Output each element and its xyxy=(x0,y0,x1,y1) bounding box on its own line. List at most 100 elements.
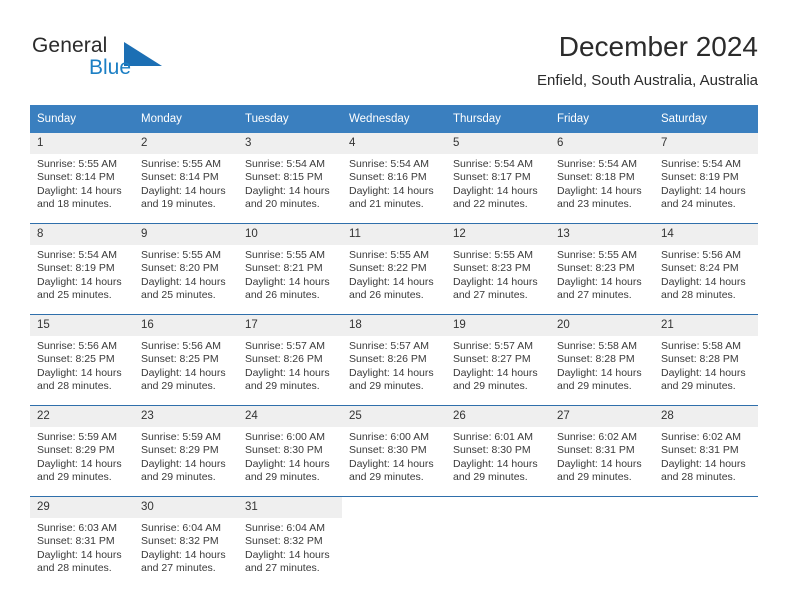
day-details: Sunrise: 5:55 AM Sunset: 8:20 PM Daylight:… xyxy=(134,245,238,303)
calendar-day-cell[interactable]: 6 Sunrise: 5:54 AM Sunset: 8:18 PM Daylight… xyxy=(550,133,654,224)
sunrise-text: Sunrise: 6:03 AM xyxy=(37,522,117,534)
sunrise-text: Sunrise: 6:04 AM xyxy=(141,522,221,534)
daylight-text-line1: Daylight: 14 hours xyxy=(245,457,330,470)
day-details: Sunrise: 5:59 AM Sunset: 8:29 PM Daylight:… xyxy=(30,427,134,485)
calendar-day-cell[interactable]: 23 Sunrise: 5:59 AM Sunset: 8:29 PM Dayligh… xyxy=(134,405,238,497)
calendar-day-cell[interactable]: 27 Sunrise: 6:02 AM Sunset: 8:31 PM Dayligh… xyxy=(550,405,654,497)
daylight-text-line1: Daylight: 14 hours xyxy=(141,366,226,379)
sunrise-text: Sunrise: 5:54 AM xyxy=(245,158,325,170)
daylight-text-line2: and 29 minutes. xyxy=(453,471,528,484)
daylight-text-line2: and 27 minutes. xyxy=(245,562,320,575)
daylight-text-line2: and 21 minutes. xyxy=(349,198,424,211)
daylight-text-line2: and 29 minutes. xyxy=(453,380,528,393)
calendar-day-cell[interactable]: 10 Sunrise: 5:55 AM Sunset: 8:21 PM Dayligh… xyxy=(238,223,342,315)
sunrise-text: Sunrise: 5:59 AM xyxy=(141,431,221,443)
daylight-text-line1: Daylight: 14 hours xyxy=(349,457,434,470)
calendar-day-cell[interactable]: 3 Sunrise: 5:54 AM Sunset: 8:15 PM Daylight… xyxy=(238,133,342,224)
daylight-text-line1: Daylight: 14 hours xyxy=(453,275,538,288)
calendar-day-cell[interactable]: 18 Sunrise: 5:57 AM Sunset: 8:26 PM Dayligh… xyxy=(342,314,446,406)
day-details: Sunrise: 5:57 AM Sunset: 8:26 PM Daylight:… xyxy=(238,336,342,394)
daylight-text-line2: and 29 minutes. xyxy=(557,380,632,393)
daylight-text-line1: Daylight: 14 hours xyxy=(557,457,642,470)
day-details: Sunrise: 5:58 AM Sunset: 8:28 PM Daylight:… xyxy=(550,336,654,394)
calendar-day-cell[interactable]: 15 Sunrise: 5:56 AM Sunset: 8:25 PM Dayligh… xyxy=(30,314,134,406)
daylight-text-line2: and 29 minutes. xyxy=(37,471,112,484)
calendar-day-cell[interactable]: 16 Sunrise: 5:56 AM Sunset: 8:25 PM Dayligh… xyxy=(134,314,238,406)
calendar-page: General Blue December 2024 Enfield, Sout… xyxy=(0,0,792,612)
calendar-day-cell[interactable]: 22 Sunrise: 5:59 AM Sunset: 8:29 PM Dayligh… xyxy=(30,405,134,497)
daylight-text-line1: Daylight: 14 hours xyxy=(349,366,434,379)
calendar-day-cell[interactable]: 20 Sunrise: 5:58 AM Sunset: 8:28 PM Dayligh… xyxy=(550,314,654,406)
sunrise-text: Sunrise: 5:55 AM xyxy=(37,158,117,170)
calendar-header-row: Sunday Monday Tuesday Wednesday Thursday… xyxy=(30,105,758,133)
sunset-text: Sunset: 8:26 PM xyxy=(349,353,427,366)
day-number: 11 xyxy=(342,224,446,245)
daylight-text-line2: and 28 minutes. xyxy=(661,289,736,302)
calendar-day-cell[interactable]: 2 Sunrise: 5:55 AM Sunset: 8:14 PM Daylight… xyxy=(134,133,238,224)
calendar-day-cell[interactable]: 7 Sunrise: 5:54 AM Sunset: 8:19 PM Daylight… xyxy=(654,133,758,224)
calendar-day-cell[interactable]: 21 Sunrise: 5:58 AM Sunset: 8:28 PM Dayligh… xyxy=(654,314,758,406)
day-number: 6 xyxy=(550,133,654,154)
weekday-header-sunday: Sunday xyxy=(30,105,134,133)
calendar-day-cell-empty xyxy=(654,496,758,587)
calendar-day-cell[interactable]: 9 Sunrise: 5:55 AM Sunset: 8:20 PM Daylight… xyxy=(134,223,238,315)
day-number xyxy=(342,497,446,518)
calendar-day-cell[interactable]: 25 Sunrise: 6:00 AM Sunset: 8:30 PM Dayligh… xyxy=(342,405,446,497)
day-number: 15 xyxy=(30,315,134,336)
calendar-day-cell[interactable]: 11 Sunrise: 5:55 AM Sunset: 8:22 PM Dayligh… xyxy=(342,223,446,315)
brand-logo[interactable]: General Blue xyxy=(32,34,232,90)
calendar-day-cell[interactable]: 30 Sunrise: 6:04 AM Sunset: 8:32 PM Dayligh… xyxy=(134,496,238,587)
calendar-day-cell[interactable]: 29 Sunrise: 6:03 AM Sunset: 8:31 PM Dayligh… xyxy=(30,496,134,587)
calendar-day-cell[interactable]: 17 Sunrise: 5:57 AM Sunset: 8:26 PM Dayligh… xyxy=(238,314,342,406)
calendar-day-cell[interactable]: 13 Sunrise: 5:55 AM Sunset: 8:23 PM Dayligh… xyxy=(550,223,654,315)
weekday-header-friday: Friday xyxy=(550,105,654,133)
day-details: Sunrise: 5:55 AM Sunset: 8:23 PM Daylight:… xyxy=(550,245,654,303)
sunset-text: Sunset: 8:32 PM xyxy=(141,535,219,548)
calendar-day-cell[interactable]: 31 Sunrise: 6:04 AM Sunset: 8:32 PM Dayligh… xyxy=(238,496,342,587)
calendar-day-cell[interactable]: 14 Sunrise: 5:56 AM Sunset: 8:24 PM Dayligh… xyxy=(654,223,758,315)
sunrise-text: Sunrise: 6:02 AM xyxy=(661,431,741,443)
calendar-day-cell[interactable]: 26 Sunrise: 6:01 AM Sunset: 8:30 PM Dayligh… xyxy=(446,405,550,497)
calendar-day-cell[interactable]: 28 Sunrise: 6:02 AM Sunset: 8:31 PM Dayligh… xyxy=(654,405,758,497)
day-number: 2 xyxy=(134,133,238,154)
sunrise-text: Sunrise: 5:55 AM xyxy=(245,249,325,261)
sunrise-text: Sunrise: 6:00 AM xyxy=(349,431,429,443)
day-number xyxy=(550,497,654,518)
day-number: 21 xyxy=(654,315,758,336)
calendar-day-cell[interactable]: 1 Sunrise: 5:55 AM Sunset: 8:14 PM Daylight… xyxy=(30,133,134,224)
sunrise-text: Sunrise: 6:04 AM xyxy=(245,522,325,534)
sunrise-text: Sunrise: 5:55 AM xyxy=(557,249,637,261)
calendar-day-cell[interactable]: 4 Sunrise: 5:54 AM Sunset: 8:16 PM Daylight… xyxy=(342,133,446,224)
daylight-text-line1: Daylight: 14 hours xyxy=(141,275,226,288)
day-number: 26 xyxy=(446,406,550,427)
day-details: Sunrise: 5:55 AM Sunset: 8:14 PM Daylight:… xyxy=(134,154,238,212)
sunset-text: Sunset: 8:20 PM xyxy=(141,262,219,275)
daylight-text-line1: Daylight: 14 hours xyxy=(37,366,122,379)
sunrise-text: Sunrise: 5:56 AM xyxy=(37,340,117,352)
day-details: Sunrise: 6:03 AM Sunset: 8:31 PM Daylight:… xyxy=(30,518,134,576)
daylight-text-line2: and 26 minutes. xyxy=(349,289,424,302)
sunset-text: Sunset: 8:15 PM xyxy=(245,171,323,184)
sunrise-text: Sunrise: 5:58 AM xyxy=(661,340,741,352)
sunrise-text: Sunrise: 5:57 AM xyxy=(245,340,325,352)
daylight-text-line1: Daylight: 14 hours xyxy=(557,184,642,197)
daylight-text-line2: and 25 minutes. xyxy=(141,289,216,302)
sunrise-text: Sunrise: 5:56 AM xyxy=(661,249,741,261)
daylight-text-line2: and 23 minutes. xyxy=(557,198,632,211)
sunset-text: Sunset: 8:31 PM xyxy=(557,444,635,457)
sunrise-text: Sunrise: 5:59 AM xyxy=(37,431,117,443)
daylight-text-line1: Daylight: 14 hours xyxy=(661,366,746,379)
daylight-text-line2: and 28 minutes. xyxy=(661,471,736,484)
title-block: December 2024 Enfield, South Australia, … xyxy=(537,30,758,90)
sunrise-text: Sunrise: 5:54 AM xyxy=(37,249,117,261)
calendar-day-cell[interactable]: 19 Sunrise: 5:57 AM Sunset: 8:27 PM Dayligh… xyxy=(446,314,550,406)
sunset-text: Sunset: 8:28 PM xyxy=(661,353,739,366)
calendar-day-cell[interactable]: 8 Sunrise: 5:54 AM Sunset: 8:19 PM Daylight… xyxy=(30,223,134,315)
weekday-header-monday: Monday xyxy=(134,105,238,133)
sunrise-text: Sunrise: 5:57 AM xyxy=(453,340,533,352)
day-details: Sunrise: 6:00 AM Sunset: 8:30 PM Daylight:… xyxy=(238,427,342,485)
calendar-day-cell[interactable]: 5 Sunrise: 5:54 AM Sunset: 8:17 PM Daylight… xyxy=(446,133,550,224)
calendar-day-cell[interactable]: 12 Sunrise: 5:55 AM Sunset: 8:23 PM Dayligh… xyxy=(446,223,550,315)
page-title: December 2024 xyxy=(558,31,758,62)
calendar-day-cell[interactable]: 24 Sunrise: 6:00 AM Sunset: 8:30 PM Dayligh… xyxy=(238,405,342,497)
